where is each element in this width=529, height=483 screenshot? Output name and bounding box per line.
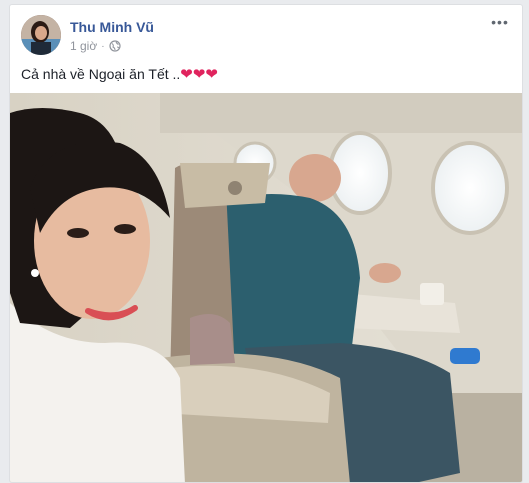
post-meta: 1 giờ · <box>70 39 121 53</box>
post-photo[interactable] <box>10 93 522 482</box>
more-options-icon[interactable]: ••• <box>488 15 512 32</box>
globe-icon[interactable] <box>108 40 121 52</box>
heart-emoji-icon: ❤❤❤ <box>180 66 219 83</box>
post-message: Cả nhà về Ngoại ăn Tết ..❤❤❤ <box>21 65 218 83</box>
author-name-link[interactable]: Thu Minh Vũ <box>70 19 154 35</box>
meta-separator: · <box>101 40 105 52</box>
post-timestamp[interactable]: 1 giờ <box>70 39 97 53</box>
feed-post: Thu Minh Vũ 1 giờ · ••• Cả nhà về Ngoại … <box>9 4 523 483</box>
post-header: Thu Minh Vũ 1 giờ · ••• <box>21 14 512 58</box>
author-avatar[interactable] <box>21 15 61 55</box>
post-message-text: Cả nhà về Ngoại ăn Tết .. <box>21 66 181 82</box>
